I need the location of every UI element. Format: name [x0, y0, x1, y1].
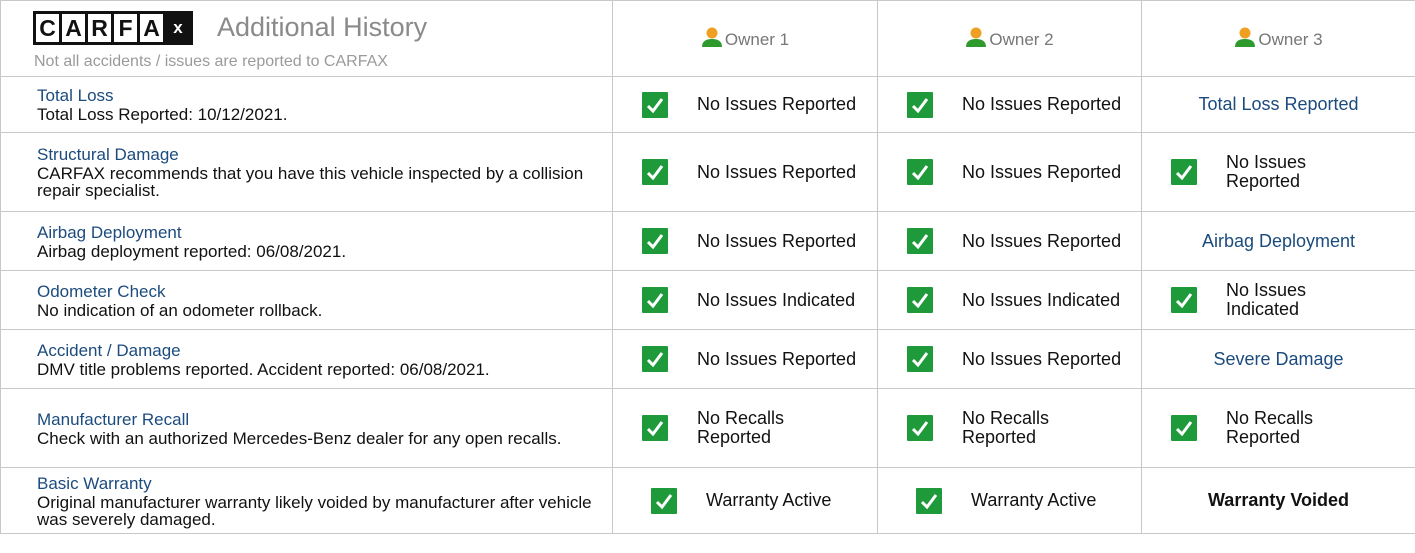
table-row: Odometer Check No indication of an odome… — [0, 270, 1415, 330]
checkmark-icon — [1171, 287, 1197, 313]
owner-label: Owner 1 — [724, 30, 790, 49]
row-title[interactable]: Accident / Damage — [37, 341, 612, 360]
row-label-cell: Total Loss Total Loss Reported: 10/12/20… — [0, 76, 613, 133]
table-row: Manufacturer Recall Check with an author… — [0, 388, 1415, 468]
owner-1-status: Warranty Active — [612, 467, 878, 534]
owner-1-status: No Issues Indicated — [612, 270, 878, 330]
owner-3-status: Total Loss Reported — [1141, 76, 1415, 133]
owner-2-status: No Recalls Reported — [877, 388, 1142, 468]
row-description: CARFAX recommends that you have this veh… — [37, 164, 584, 200]
checkmark-icon — [916, 487, 942, 514]
row-description: Airbag deployment reported: 06/08/2021. — [37, 241, 347, 261]
checkmark-icon — [1171, 159, 1197, 185]
checkmark-icon — [642, 346, 668, 372]
checkmark-icon — [642, 287, 668, 313]
table-row: Accident / Damage DMV title problems rep… — [0, 329, 1415, 389]
checkmark-icon — [907, 228, 933, 254]
brand: CARFAx Additional History — [1, 7, 612, 45]
table-row: Airbag Deployment Airbag deployment repo… — [0, 211, 1415, 271]
brand-cell: CARFAx Additional History Not all accide… — [0, 0, 613, 77]
checkmark-icon — [642, 415, 668, 441]
row-description: Original manufacturer warranty likely vo… — [37, 492, 592, 529]
person-icon — [701, 27, 722, 47]
header-row: CARFAx Additional History Not all accide… — [0, 0, 1415, 77]
owner-3-status: No Issues Indicated — [1141, 270, 1415, 330]
checkmark-icon — [642, 159, 668, 185]
row-description: Total Loss Reported: 10/12/2021. — [37, 105, 288, 124]
row-label-cell: Odometer Check No indication of an odome… — [0, 270, 613, 330]
checkmark-icon — [651, 487, 677, 514]
checkmark-icon — [907, 287, 933, 313]
row-label-cell: Structural Damage CARFAX recommends that… — [0, 132, 613, 212]
checkmark-icon — [907, 346, 933, 372]
row-label-cell: Basic Warranty Original manufacturer war… — [0, 467, 613, 534]
row-title[interactable]: Odometer Check — [37, 282, 612, 301]
owner-label: Owner 3 — [1258, 30, 1323, 49]
page-title: Additional History — [217, 12, 428, 42]
checkmark-icon — [1171, 415, 1197, 441]
owner-header-2: Owner 2 — [877, 0, 1142, 77]
row-title[interactable]: Basic Warranty — [37, 474, 612, 493]
owner-2-status: No Issues Indicated — [877, 270, 1142, 330]
owner-3-status: Warranty Voided — [1141, 467, 1415, 534]
checkmark-icon — [642, 228, 668, 254]
checkmark-icon — [907, 415, 933, 441]
table-row: Structural Damage CARFAX recommends that… — [0, 132, 1415, 212]
checkmark-icon — [907, 91, 933, 118]
row-title[interactable]: Manufacturer Recall — [37, 410, 612, 429]
owner-3-status: Severe Damage — [1141, 329, 1415, 389]
row-title[interactable]: Airbag Deployment — [37, 223, 612, 242]
owner-3-status: No Issues Reported — [1141, 132, 1415, 212]
row-title[interactable]: Structural Damage — [37, 145, 612, 164]
owner-2-status: No Issues Reported — [877, 132, 1142, 212]
owner-2-status: No Issues Reported — [877, 211, 1142, 271]
owner-1-status: No Recalls Reported — [612, 388, 878, 468]
owner-1-status: No Issues Reported — [612, 329, 878, 389]
page-subtitle: Not all accidents / issues are reported … — [34, 52, 388, 70]
row-description: DMV title problems reported. Accident re… — [37, 359, 490, 379]
owner-3-status: No Recalls Reported — [1141, 388, 1415, 468]
row-label-cell: Manufacturer Recall Check with an author… — [0, 388, 613, 468]
owner-2-status: No Issues Reported — [877, 76, 1142, 133]
row-title[interactable]: Total Loss — [37, 86, 612, 105]
row-description: No indication of an odometer rollback. — [37, 300, 323, 320]
carfax-logo: CARFAx — [33, 10, 193, 45]
checkmark-icon — [642, 91, 668, 118]
person-icon — [1235, 27, 1256, 47]
row-label-cell: Accident / Damage DMV title problems rep… — [0, 329, 613, 389]
owner-header-3: Owner 3 — [1141, 0, 1415, 77]
owner-label: Owner 2 — [989, 30, 1054, 49]
owner-2-status: No Issues Reported — [877, 329, 1142, 389]
person-icon — [966, 27, 987, 47]
table-row: Total Loss Total Loss Reported: 10/12/20… — [0, 76, 1415, 133]
row-description: Check with an authorized Mercedes-Benz d… — [37, 428, 562, 448]
owner-1-status: No Issues Reported — [612, 132, 878, 212]
owner-3-status: Airbag Deployment — [1141, 211, 1415, 271]
history-table: CARFAx Additional History Not all accide… — [0, 0, 1415, 534]
owner-1-status: No Issues Reported — [612, 76, 878, 133]
owner-2-status: Warranty Active — [877, 467, 1142, 534]
owner-1-status: No Issues Reported — [612, 211, 878, 271]
row-label-cell: Airbag Deployment Airbag deployment repo… — [0, 211, 613, 271]
owner-header-1: Owner 1 — [612, 0, 878, 77]
checkmark-icon — [907, 159, 933, 185]
table-row: Basic Warranty Original manufacturer war… — [0, 467, 1415, 534]
